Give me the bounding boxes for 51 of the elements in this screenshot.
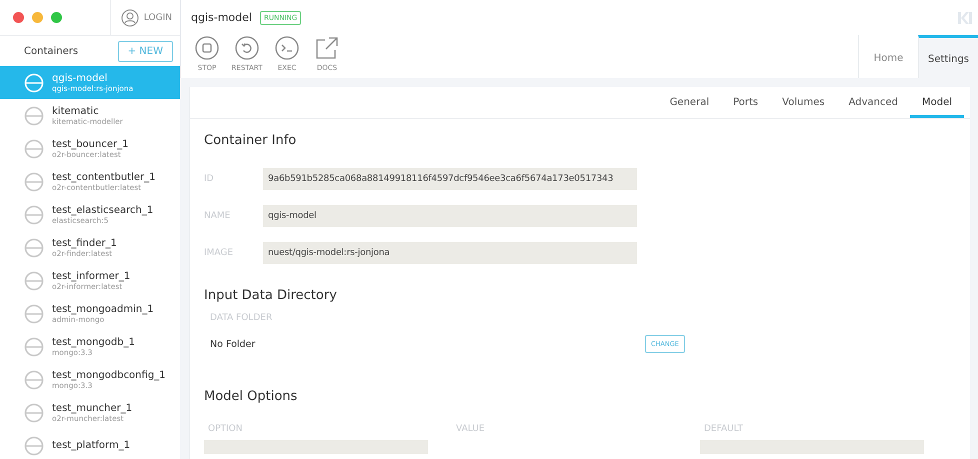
container-name: test_elasticsearch_1 bbox=[52, 204, 154, 216]
stopped-status-icon bbox=[24, 238, 44, 258]
stopped-status-icon bbox=[24, 436, 44, 456]
app-logo bbox=[958, 12, 972, 24]
read-only-field: 9a6b591b5285ca068a88149918116f4597dcf9546ee3ca6f5674a173e0517343 bbox=[263, 168, 637, 190]
stopped-status-icon bbox=[24, 370, 44, 390]
stopped-status-icon bbox=[24, 172, 44, 192]
stopped-status-icon bbox=[24, 336, 44, 356]
container-name: test_platform_1 bbox=[52, 440, 130, 451]
external-link-icon bbox=[315, 36, 339, 60]
section-title: Input Data Directory bbox=[204, 288, 338, 303]
subtab[interactable]: Model bbox=[910, 87, 964, 118]
tab[interactable]: Home bbox=[858, 35, 918, 78]
container-name: test_contentbutler_1 bbox=[52, 172, 156, 182]
subtab[interactable]: Ports bbox=[721, 87, 770, 118]
read-only-field: qgis-model bbox=[263, 205, 637, 227]
stopped-status-icon bbox=[24, 402, 44, 422]
container-name: test_mongoadmin_1 bbox=[52, 304, 154, 314]
close-window-button[interactable] bbox=[13, 12, 24, 23]
subtab[interactable]: Advanced bbox=[836, 87, 910, 118]
subtab[interactable]: Volumes bbox=[770, 87, 837, 118]
container-name: test_finder_1 bbox=[52, 238, 117, 248]
subtab[interactable]: General bbox=[658, 87, 722, 118]
user-icon bbox=[120, 8, 139, 26]
read-only-field: nuest/qgis-model:rs-jonjona bbox=[263, 242, 637, 264]
section-title: Model Options bbox=[204, 389, 298, 404]
container-name: test_muncher_1 bbox=[52, 402, 132, 414]
container-name: test_mongodb_1 bbox=[52, 336, 135, 348]
maximize-window-button[interactable] bbox=[51, 12, 62, 23]
stopped-status-icon bbox=[24, 304, 44, 324]
stopped-status-icon bbox=[24, 138, 44, 158]
restart-icon bbox=[235, 36, 259, 60]
container-item[interactable]: test_platform_1 bbox=[0, 429, 180, 459]
stopped-status-icon bbox=[24, 270, 44, 290]
stop-icon bbox=[195, 36, 219, 60]
container-name: kitematic bbox=[52, 106, 100, 116]
container-name: test_mongodbconfig_1 bbox=[52, 370, 166, 380]
container-name: test_bouncer_1 bbox=[52, 138, 128, 150]
stopped-status-icon bbox=[24, 72, 44, 92]
stopped-status-icon bbox=[24, 106, 44, 126]
container-name: qgis-model bbox=[52, 72, 108, 84]
container-name: test_informer_1 bbox=[52, 270, 130, 282]
login-button[interactable]: LOGIN bbox=[110, 0, 180, 35]
container-title: qgis-model bbox=[191, 11, 252, 24]
folder-value: No Folder bbox=[210, 338, 256, 350]
section-title: Container Info bbox=[204, 133, 298, 148]
sidebar-title: Containers bbox=[24, 46, 78, 56]
minimize-window-button[interactable] bbox=[32, 12, 43, 23]
stopped-status-icon bbox=[24, 204, 44, 224]
tab[interactable]: Settings bbox=[918, 35, 978, 78]
terminal-icon bbox=[275, 36, 299, 60]
